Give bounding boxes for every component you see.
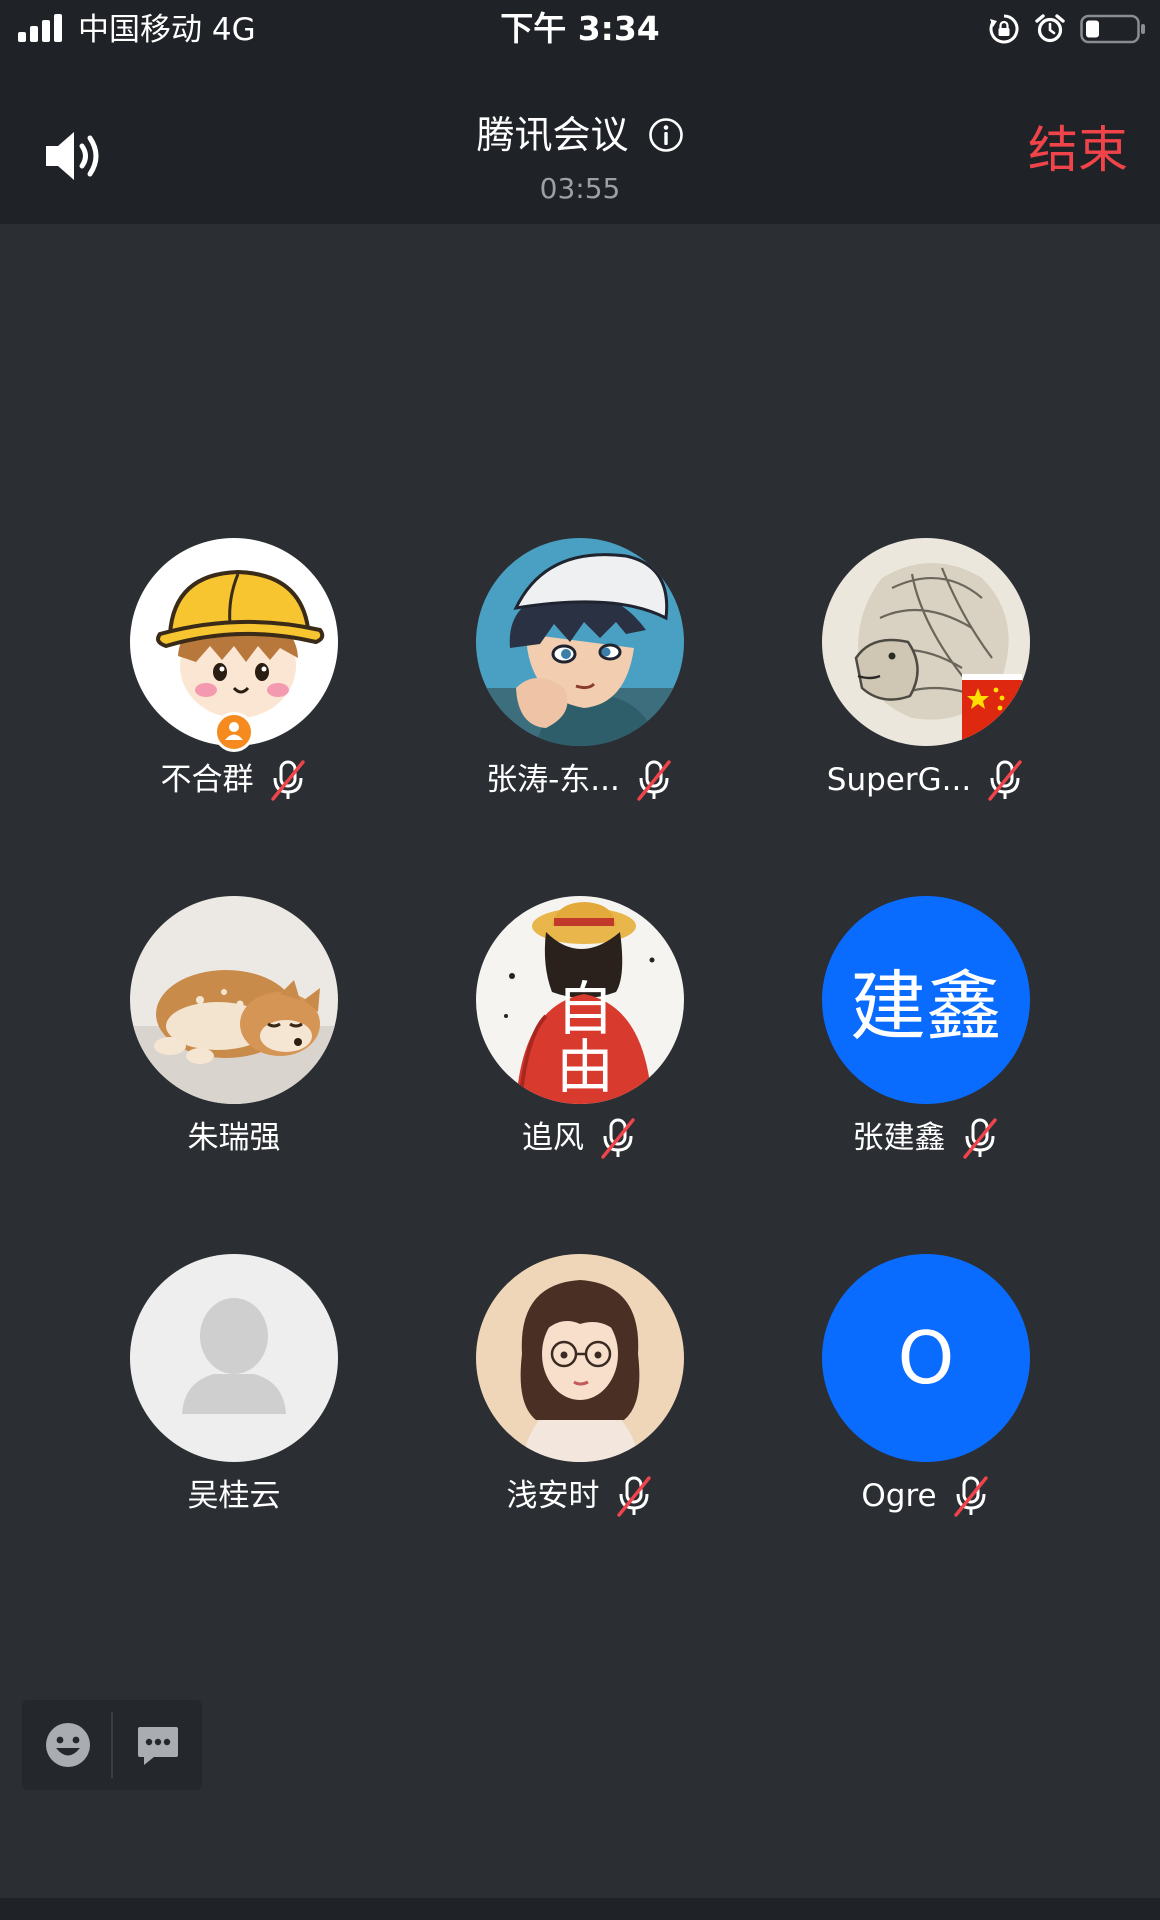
avatar [130,1254,338,1462]
participant-name: 张建鑫 [852,1120,946,1156]
participant-name: 张涛-东... [486,762,620,798]
mic-muted-icon [988,760,1022,801]
participant-name: 朱瑞强 [187,1120,281,1156]
avatar: O [822,1254,1030,1462]
host-badge-icon [214,712,254,752]
end-meeting-button[interactable]: 结束 [1028,120,1128,180]
participant-tile[interactable]: 不合群 [64,538,404,838]
avatar [822,538,1030,746]
chat-icon[interactable] [134,1721,182,1769]
status-time: 下午 3:34 [500,9,660,48]
participant-name: 不合群 [160,762,254,798]
meeting-duration: 03:55 [539,172,621,205]
participant-name-row: Ogre [756,1472,1096,1520]
avatar [476,538,684,746]
participant-name-row: 不合群 [64,756,404,804]
avatar: 自由 [476,896,684,1104]
alarm-icon [1035,14,1065,43]
participant-name-row: 张建鑫 [756,1114,1096,1162]
participant-name-row: 吴桂云 [64,1472,404,1520]
avatar: 建鑫 [822,896,1030,1104]
meeting-screen: 中国移动 4G 下午 3:34 腾讯会议 03:55 结束 不合群 张涛-东..… [0,0,1160,1920]
default-person-avatar-icon [130,1254,338,1462]
mic-muted-icon [601,1118,635,1159]
mic-muted-icon [616,1476,651,1517]
participant-name-row: 追风 [410,1114,750,1162]
mic-muted-icon [637,760,671,801]
participant-tile[interactable]: SuperG... [756,538,1096,838]
participant-name-row: 张涛-东... [410,756,750,804]
mic-muted-icon [962,1118,997,1159]
mic-muted-icon [953,1476,988,1517]
lion-sketch-avatar-icon [822,538,1030,746]
participant-name: 浅安时 [506,1478,600,1514]
participant-name-row: 朱瑞强 [64,1114,404,1162]
participant-name: Ogre [861,1478,937,1514]
reaction-toolbar [22,1700,202,1790]
participant-name-row: SuperG... [756,756,1096,804]
toolbar-divider [111,1712,113,1778]
participant-name-row: 浅安时 [410,1472,750,1520]
participant-tile[interactable]: 自由 追风 [410,896,750,1196]
battery-icon [1080,14,1145,44]
shiba-dog-avatar-icon [130,896,338,1104]
participant-tile[interactable]: 建鑫 张建鑫 [756,896,1096,1196]
status-bar: 中国移动 4G 下午 3:34 [0,0,1160,60]
participant-tile[interactable]: 吴桂云 [64,1254,404,1554]
participant-tile[interactable]: 张涛-东... [410,538,750,838]
bottom-bar [0,1898,1160,1920]
avatar [476,1254,684,1462]
shirt-calligraphy: 自由 [546,978,614,1094]
participant-tile[interactable]: 朱瑞强 [64,896,404,1196]
avatar [130,896,338,1104]
avatar-initials: O [897,1316,955,1400]
participant-name: 吴桂云 [187,1478,281,1514]
status-icons [988,12,1146,46]
participant-tile[interactable]: 浅安时 [410,1254,750,1554]
avatar-initials: 建鑫 [850,962,1002,1051]
participant-name: 追风 [522,1120,584,1156]
participant-name: SuperG... [826,762,972,798]
participant-tile[interactable]: O Ogre [756,1254,1096,1554]
info-icon[interactable] [648,117,684,153]
mic-muted-icon [270,760,305,801]
rotation-lock-icon [989,14,1019,44]
title-group: 腾讯会议 [0,112,1160,158]
anime-boy-avatar-icon [476,538,684,746]
emoji-icon[interactable] [44,1721,92,1769]
meeting-header: 腾讯会议 03:55 结束 [0,60,1160,224]
meeting-title: 腾讯会议 [476,113,629,157]
illustrated-girl-avatar-icon [476,1254,684,1462]
